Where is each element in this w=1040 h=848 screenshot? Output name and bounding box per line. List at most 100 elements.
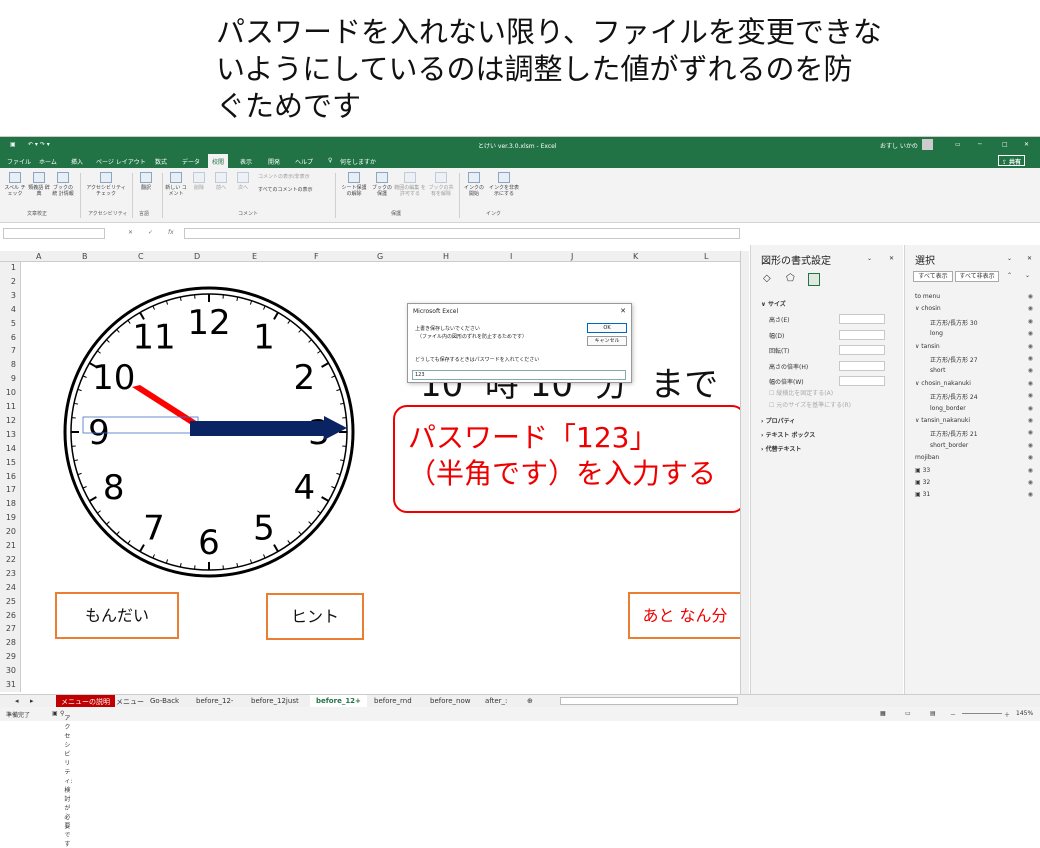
row-header[interactable]: 10 <box>6 388 16 397</box>
lock-aspect-checkbox[interactable]: ☐ 縦横比を固定する(A) <box>769 388 833 397</box>
zoom-slider[interactable] <box>962 713 1002 714</box>
visibility-eye-icon[interactable]: ◉ <box>1028 355 1033 362</box>
row-header[interactable]: 7 <box>11 346 16 355</box>
row-header[interactable]: 29 <box>6 652 16 661</box>
selection-item[interactable]: ∨ tansin◉ <box>915 343 1033 350</box>
move-up-icon[interactable]: ⌃ <box>1007 272 1012 279</box>
name-box[interactable] <box>3 228 105 239</box>
tab-insert[interactable]: 挿入 <box>71 157 83 166</box>
tell-me-search[interactable]: 何をしますか <box>340 157 376 166</box>
row-header[interactable]: 28 <box>6 638 16 647</box>
row-header[interactable]: 5 <box>11 319 16 328</box>
row-header[interactable]: 17 <box>6 485 16 494</box>
visibility-eye-icon[interactable]: ◉ <box>1028 479 1033 486</box>
next-comment-button[interactable]: 次へ <box>233 172 253 191</box>
zoom-out-icon[interactable]: － <box>950 710 956 719</box>
selection-item[interactable]: ∨ chosin_nakanuki◉ <box>915 380 1033 387</box>
row-header[interactable]: 9 <box>11 374 16 383</box>
relative-size-checkbox[interactable]: ☐ 元のサイズを基準にする(R) <box>769 400 851 409</box>
selection-item[interactable]: ∨ tansin_nakanuki◉ <box>915 417 1033 424</box>
sheet-tab[interactable]: before_12- <box>196 697 233 705</box>
row-header[interactable]: 8 <box>11 360 16 369</box>
row-header[interactable]: 25 <box>6 597 16 606</box>
selection-item[interactable]: to menu◉ <box>915 293 1033 300</box>
page-break-view-icon[interactable]: ▤ <box>930 710 936 717</box>
visibility-eye-icon[interactable]: ◉ <box>1028 367 1033 374</box>
thesaurus-button[interactable]: 類義語 辞典 <box>28 172 50 197</box>
visibility-eye-icon[interactable]: ◉ <box>1028 467 1033 474</box>
size-properties-icon[interactable] <box>808 273 820 286</box>
spell-check-button[interactable]: スペル チェック <box>4 172 26 197</box>
page-layout-view-icon[interactable]: ▭ <box>905 710 911 717</box>
selection-item[interactable]: long◉ <box>930 330 1033 337</box>
row-header[interactable]: 20 <box>6 527 16 536</box>
tab-page-layout[interactable]: ページ レイアウト <box>96 157 146 166</box>
fx-icon[interactable]: fx <box>168 229 174 236</box>
selection-item[interactable]: 正方形/長方形 21◉ <box>930 429 1033 438</box>
macro-record-icon[interactable]: ▣ <box>52 710 58 717</box>
protect-workbook-button[interactable]: ブックの 保護 <box>370 172 394 197</box>
column-header[interactable]: L <box>704 252 708 261</box>
horizontal-scrollbar[interactable] <box>560 697 738 705</box>
ok-button[interactable]: OK <box>587 323 627 333</box>
visibility-eye-icon[interactable]: ◉ <box>1028 380 1033 387</box>
sheet-tab[interactable]: before_12just <box>251 697 299 705</box>
row-header[interactable]: 12 <box>6 416 16 425</box>
close-icon[interactable]: ✕ <box>1024 141 1029 148</box>
row-header[interactable]: 2 <box>11 277 16 286</box>
maximize-icon[interactable]: □ <box>1002 141 1008 148</box>
dialog-close-icon[interactable]: ✕ <box>620 307 626 315</box>
pane-close-icon[interactable]: ✕ <box>1027 255 1032 262</box>
prev-sheet-icon[interactable]: ◂ <box>15 697 19 705</box>
row-header[interactable]: 22 <box>6 555 16 564</box>
visibility-eye-icon[interactable]: ◉ <box>1028 417 1033 424</box>
toggle-comment-button[interactable]: コメントの表示/非表示 <box>258 174 310 180</box>
size-field-input[interactable] <box>839 345 885 355</box>
unprotect-sheet-button[interactable]: シート保護 の解除 <box>339 172 369 197</box>
selection-item[interactable]: ▣ 32◉ <box>915 479 1033 486</box>
workbook-stats-button[interactable]: ブックの統 計情報 <box>51 172 75 197</box>
size-field-input[interactable] <box>839 361 885 371</box>
row-header[interactable]: 16 <box>6 472 16 481</box>
sheet-tab[interactable]: before_rnd <box>374 697 412 705</box>
row-header[interactable]: 13 <box>6 430 16 439</box>
properties-section[interactable]: › プロパティ <box>761 416 795 425</box>
size-section[interactable]: ∨ サイズ <box>761 299 786 308</box>
normal-view-icon[interactable]: ▦ <box>880 710 886 717</box>
row-header[interactable]: 3 <box>11 291 16 300</box>
row-header[interactable]: 24 <box>6 583 16 592</box>
vertical-scrollbar[interactable] <box>740 251 749 694</box>
selection-item[interactable]: 正方形/長方形 30◉ <box>930 318 1033 327</box>
tab-developer[interactable]: 開発 <box>268 157 280 166</box>
selection-item[interactable]: short◉ <box>930 367 1033 374</box>
visibility-eye-icon[interactable]: ◉ <box>1028 330 1033 337</box>
row-header[interactable]: 4 <box>11 305 16 314</box>
visibility-eye-icon[interactable]: ◉ <box>1028 491 1033 498</box>
hint-button[interactable]: ヒント <box>266 593 364 640</box>
column-header[interactable]: A <box>36 252 41 261</box>
column-header[interactable]: F <box>314 252 319 261</box>
visibility-eye-icon[interactable]: ◉ <box>1028 305 1033 312</box>
size-field-input[interactable] <box>839 376 885 386</box>
selection-item[interactable]: mojiban◉ <box>915 454 1033 461</box>
selection-item[interactable]: ▣ 33◉ <box>915 467 1033 474</box>
show-all-button[interactable]: すべて表示 <box>913 271 953 282</box>
new-comment-button[interactable]: 新しい コメント <box>165 172 187 197</box>
selection-item[interactable]: long_border◉ <box>930 405 1033 412</box>
row-header[interactable]: 19 <box>6 513 16 522</box>
save-icon[interactable]: ▣ <box>10 141 16 148</box>
visibility-eye-icon[interactable]: ◉ <box>1028 442 1033 449</box>
row-header[interactable]: 15 <box>6 458 16 467</box>
hide-ink-button[interactable]: インクを非表 示にする <box>488 172 520 197</box>
column-header[interactable]: D <box>194 252 200 261</box>
tab-review[interactable]: 校閲 <box>208 154 228 168</box>
column-header[interactable]: E <box>252 252 257 261</box>
tab-file[interactable]: ファイル <box>7 157 31 166</box>
row-header[interactable]: 18 <box>6 499 16 508</box>
add-sheet-icon[interactable]: ⊕ <box>527 697 533 705</box>
sheet-tab[interactable]: メニューの説明 <box>56 695 115 707</box>
avatar[interactable] <box>922 139 933 150</box>
row-header[interactable]: 27 <box>6 624 16 633</box>
size-field-input[interactable] <box>839 330 885 340</box>
selection-item[interactable]: ∨ chosin◉ <box>915 305 1033 312</box>
